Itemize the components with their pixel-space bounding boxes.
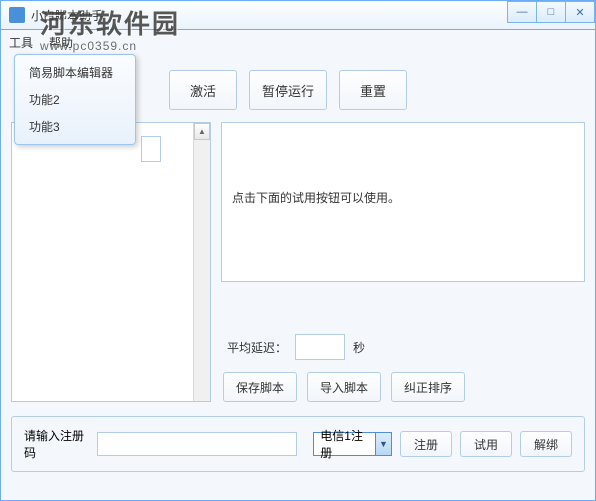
- dropdown-item-script-editor[interactable]: 简易脚本编辑器: [15, 59, 135, 86]
- script-list-panel[interactable]: ▲: [11, 122, 211, 402]
- fix-order-button[interactable]: 纠正排序: [391, 372, 465, 402]
- delay-label: 平均延迟：: [227, 339, 287, 356]
- close-button[interactable]: ✕: [565, 1, 595, 23]
- menubar: 工具 帮助: [0, 30, 596, 54]
- info-text-box: 点击下面的试用按钮可以使用。: [221, 122, 585, 282]
- trial-button[interactable]: 试用: [460, 431, 512, 457]
- server-combo[interactable]: 电信1注册 ▼: [313, 432, 392, 456]
- reg-label: 请输入注册码: [24, 427, 89, 461]
- delay-input[interactable]: [295, 334, 345, 360]
- reg-code-input[interactable]: [97, 432, 297, 456]
- delay-unit: 秒: [353, 339, 365, 356]
- unbind-button[interactable]: 解绑: [520, 431, 572, 457]
- register-button[interactable]: 注册: [400, 431, 452, 457]
- save-script-button[interactable]: 保存脚本: [223, 372, 297, 402]
- window-title: 小白脚本助手: [31, 7, 103, 24]
- hint-text: 点击下面的试用按钮可以使用。: [232, 189, 400, 206]
- scroll-up-arrow[interactable]: ▲: [194, 123, 210, 140]
- hidden-element: [141, 136, 161, 162]
- activate-button[interactable]: 激活: [169, 70, 237, 110]
- maximize-button[interactable]: □: [536, 1, 566, 23]
- reset-button[interactable]: 重置: [339, 70, 407, 110]
- menu-tools[interactable]: 工具: [9, 34, 33, 51]
- scrollbar[interactable]: ▲: [193, 123, 210, 401]
- titlebar: 小白脚本助手 — □ ✕: [0, 0, 596, 30]
- combo-selected: 电信1注册: [314, 427, 375, 461]
- minimize-button[interactable]: —: [507, 1, 537, 23]
- menu-help[interactable]: 帮助: [49, 34, 73, 51]
- dropdown-item-func2[interactable]: 功能2: [15, 86, 135, 113]
- registration-bar: 请输入注册码 电信1注册 ▼ 注册 试用 解绑: [11, 416, 585, 472]
- chevron-down-icon[interactable]: ▼: [375, 433, 391, 455]
- dropdown-item-func3[interactable]: 功能3: [15, 113, 135, 140]
- tools-dropdown: 简易脚本编辑器 功能2 功能3: [14, 54, 136, 145]
- import-script-button[interactable]: 导入脚本: [307, 372, 381, 402]
- app-icon: [9, 7, 25, 23]
- pause-button[interactable]: 暂停运行: [249, 70, 327, 110]
